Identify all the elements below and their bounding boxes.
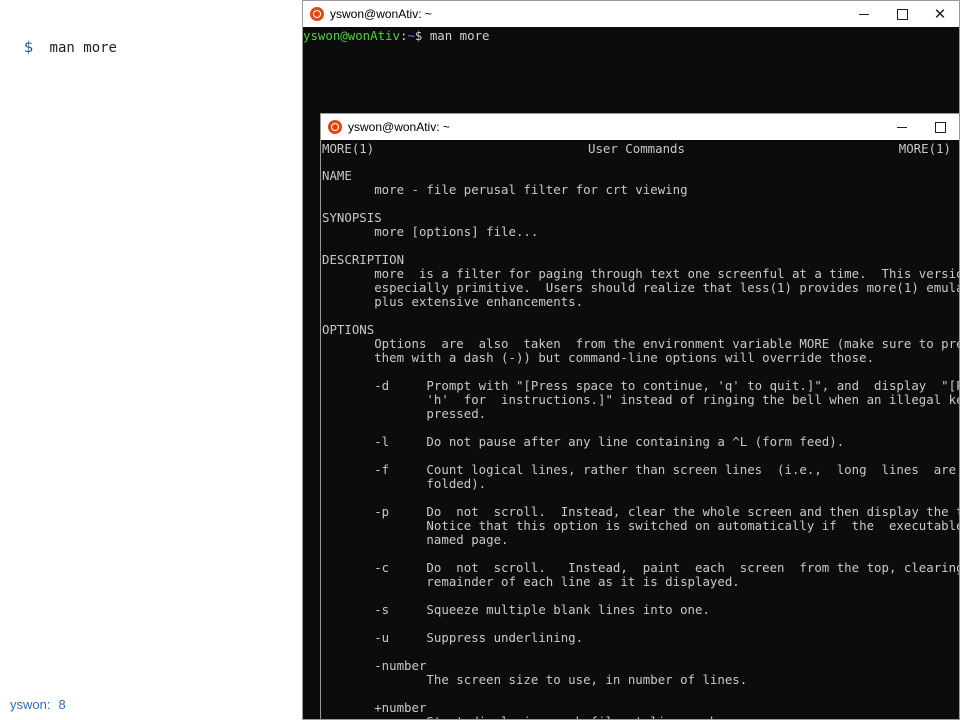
man-header-left: MORE(1) [322, 141, 375, 156]
prompt-symbol: $ [24, 38, 34, 56]
terminal-window-front[interactable]: yswon@wonAtiv: ~ MORE(1) User Commands M… [320, 113, 960, 720]
man-line: named page. [322, 532, 509, 547]
man-line: OPTIONS [322, 322, 375, 337]
window-controls-front [883, 114, 959, 140]
man-line: more [options] file... [322, 224, 539, 239]
prompt-path: ~ [407, 28, 415, 43]
slide-command: $ man more [24, 38, 117, 56]
man-line: -p Do not scroll. Instead, clear the who… [322, 504, 960, 519]
man-page-content[interactable]: MORE(1) User Commands MORE(1) NAME more … [322, 140, 959, 719]
man-line: Options are also taken from the environm… [322, 336, 960, 351]
man-line: pressed. [322, 406, 487, 421]
man-line: -c Do not scroll. Instead, paint each sc… [322, 560, 960, 575]
man-line: more is a filter for paging through text… [322, 266, 960, 281]
man-line: NAME [322, 168, 352, 183]
man-line: remainder of each line as it is displaye… [322, 574, 740, 589]
maximize-button[interactable] [921, 114, 959, 140]
man-line: -f Count logical lines, rather than scre… [322, 462, 960, 477]
man-line: +number [322, 700, 427, 715]
man-line: SYNOPSIS [322, 210, 382, 225]
man-header: MORE(1) User Commands MORE(1) [322, 141, 951, 156]
ubuntu-icon [310, 7, 324, 21]
titlebar-back[interactable]: yswon@wonAtiv: ~ ✕ [303, 1, 959, 27]
titlebar-front[interactable]: yswon@wonAtiv: ~ [321, 114, 959, 140]
typed-command: man more [429, 28, 490, 43]
man-line: more - file perusal filter for crt viewi… [322, 182, 688, 197]
man-line: -u Suppress underlining. [322, 630, 584, 645]
footer-page-number: 8 [58, 697, 66, 712]
man-line: them with a dash (-)) but command-line o… [322, 350, 875, 365]
man-header-center: User Commands [588, 141, 685, 156]
window-title-front: yswon@wonAtiv: ~ [348, 120, 450, 134]
window-title-back: yswon@wonAtiv: ~ [330, 7, 432, 21]
man-line: especially primitive. Users should reali… [322, 280, 960, 295]
maximize-button[interactable] [883, 1, 921, 27]
window-controls-back: ✕ [845, 1, 959, 27]
ubuntu-icon [328, 120, 342, 134]
man-line: -d Prompt with "[Press space to continue… [322, 378, 960, 393]
man-line: folded). [322, 476, 487, 491]
minimize-button[interactable] [883, 114, 921, 140]
man-line: DESCRIPTION [322, 252, 405, 267]
close-button[interactable]: ✕ [921, 1, 959, 27]
man-line: 'h' for instructions.]" instead of ringi… [322, 392, 960, 407]
prompt-dollar: $ [414, 28, 430, 43]
minimize-button[interactable] [845, 1, 883, 27]
footer-name: yswon: [10, 697, 51, 712]
man-line: -s Squeeze multiple blank lines into one… [322, 602, 710, 617]
man-line: The screen size to use, in number of lin… [322, 672, 748, 687]
man-header-right: MORE(1) [898, 141, 951, 156]
man-line: Notice that this option is switched on a… [322, 518, 960, 533]
man-line: -number [322, 658, 427, 673]
slide-footer: yswon: 8 [10, 697, 66, 712]
man-line: -l Do not pause after any line containin… [322, 434, 845, 449]
prompt-line: yswon@wonAtiv:~$ man more [303, 27, 959, 43]
man-line: Start displaying each file at line numbe… [322, 715, 739, 720]
man-line: plus extensive enhancements. [322, 294, 584, 309]
prompt-user: yswon@wonAtiv [303, 28, 400, 43]
slide-command-text: man more [49, 40, 117, 56]
